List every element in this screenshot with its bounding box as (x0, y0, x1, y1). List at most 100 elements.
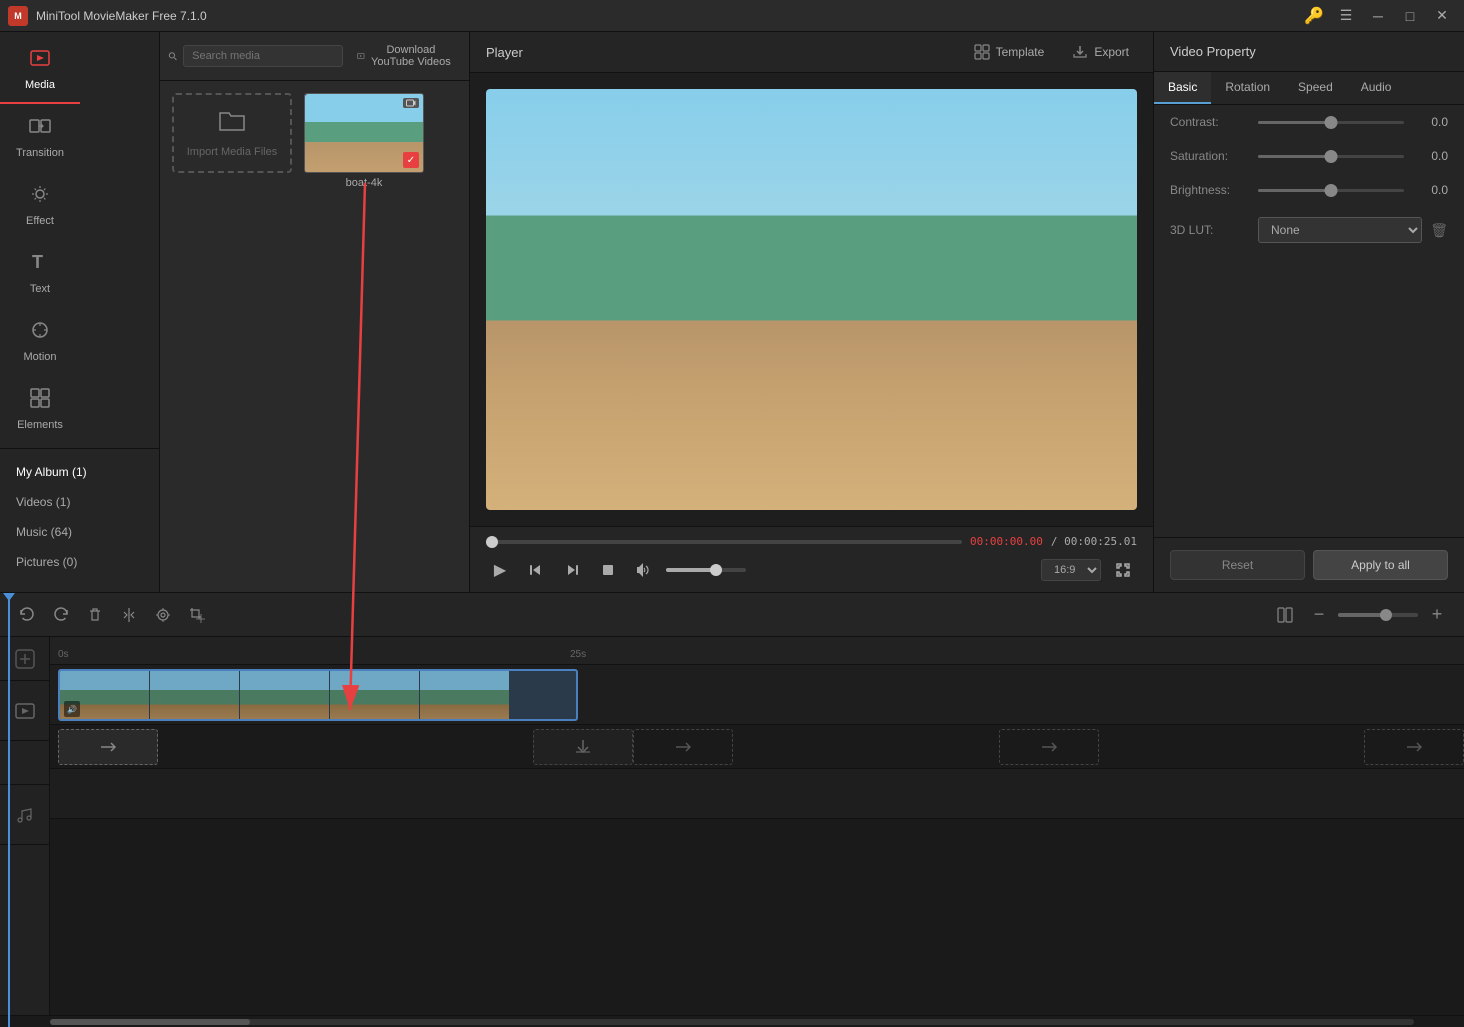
timeline-area: − + (0, 592, 1464, 1027)
undo-button[interactable] (12, 600, 42, 630)
media-item-label: boat-4k (304, 177, 424, 189)
svg-text:M: M (14, 11, 22, 21)
sidebar-item-my-album[interactable]: My Album (1) (0, 457, 159, 487)
scrollbar-thumb[interactable] (50, 1019, 250, 1025)
contrast-slider[interactable] (1258, 121, 1404, 124)
timeline-scrollbar[interactable] (0, 1015, 1464, 1027)
download-youtube-button[interactable]: Download YouTube Videos (349, 40, 461, 72)
maximize-button[interactable]: □ (1396, 2, 1424, 30)
close-button[interactable]: ✕ (1428, 2, 1456, 30)
progress-track[interactable] (486, 540, 962, 544)
saturation-handle (1325, 150, 1338, 163)
toolbar-transition-label: Transition (16, 147, 64, 159)
title-controls: 🔑 ☰ ─ □ ✕ (1300, 2, 1456, 30)
hamburger-icon[interactable]: ☰ (1332, 2, 1360, 30)
timeline-right: 0s 25s 🔊 (50, 637, 1464, 1015)
lut-delete-icon[interactable]: 🗑 (1430, 222, 1448, 239)
transition-slot-3[interactable] (633, 729, 733, 765)
sidebar-item-videos[interactable]: Videos (1) (0, 487, 159, 517)
zoom-in-button[interactable]: + (1422, 600, 1452, 630)
zoom-split-icon[interactable] (1270, 600, 1300, 630)
export-button[interactable]: Export (1064, 40, 1137, 64)
media-item-boat4k[interactable]: ✓ boat-4k (304, 93, 424, 189)
split-button[interactable] (114, 600, 144, 630)
search-input[interactable] (183, 45, 343, 67)
import-media-button[interactable]: Import Media Files (172, 93, 292, 173)
transition-slot-5[interactable] (1364, 729, 1464, 765)
video-clip[interactable]: 🔊 (58, 669, 578, 721)
transition-icon (29, 115, 51, 143)
effect-icon (29, 183, 51, 211)
volume-button[interactable] (630, 556, 658, 584)
search-bar: Download YouTube Videos (160, 32, 469, 81)
transition-slot-4[interactable] (999, 729, 1099, 765)
progress-handle[interactable] (486, 536, 498, 548)
sidebar-item-music[interactable]: Music (64) (0, 517, 159, 547)
toolbar-effect-label: Effect (26, 215, 54, 227)
tab-speed[interactable]: Speed (1284, 72, 1347, 104)
template-button[interactable]: Template (966, 40, 1053, 64)
zoom-slider[interactable] (1338, 613, 1418, 617)
zoom-out-button[interactable]: − (1304, 600, 1334, 630)
brightness-label: Brightness: (1170, 183, 1250, 197)
redo-button[interactable] (46, 600, 76, 630)
audio-detach-button[interactable] (148, 600, 178, 630)
next-frame-button[interactable] (558, 556, 586, 584)
aspect-ratio-select[interactable]: 16:9 (1041, 559, 1101, 581)
minimize-button[interactable]: ─ (1364, 2, 1392, 30)
transition-arrow-icon-1 (98, 737, 118, 757)
crop-button[interactable] (182, 600, 212, 630)
tab-rotation[interactable]: Rotation (1211, 72, 1284, 104)
prev-frame-button[interactable] (522, 556, 550, 584)
next-frame-icon (565, 563, 579, 577)
lut-select[interactable]: None (1258, 217, 1422, 243)
titlebar: M MiniTool MovieMaker Free 7.1.0 🔑 ☰ ─ □… (0, 0, 1464, 32)
scrollbar-track[interactable] (50, 1019, 1414, 1025)
timeline-ruler: 0s 25s (50, 637, 1464, 665)
play-button[interactable]: ▶ (486, 556, 514, 584)
brightness-slider[interactable] (1258, 189, 1404, 192)
toolbar-transition[interactable]: Transition (0, 104, 80, 172)
volume-fill (666, 568, 722, 572)
transition-slot-download[interactable] (533, 729, 633, 765)
volume-slider[interactable] (666, 568, 746, 572)
saturation-fill (1258, 155, 1331, 158)
settings-icon[interactable]: 🔑 (1300, 2, 1328, 30)
delete-button[interactable] (80, 600, 110, 630)
prev-frame-icon (529, 563, 543, 577)
stop-button[interactable] (594, 556, 622, 584)
audio-detach-icon (155, 607, 171, 623)
undo-icon (18, 606, 36, 624)
lut-row: 3D LUT: None 🗑 (1154, 207, 1464, 253)
toolbar-media[interactable]: Media (0, 36, 80, 104)
clip-audio-indicator: 🔊 (64, 701, 80, 717)
tab-audio[interactable]: Audio (1347, 72, 1406, 104)
video-cam-icon (406, 99, 416, 107)
music-icon (16, 806, 34, 824)
lut-label: 3D LUT: (1170, 223, 1250, 237)
toolbar-elements[interactable]: Elements (0, 376, 80, 444)
saturation-slider[interactable] (1258, 155, 1404, 158)
delete-icon (87, 607, 103, 623)
video-badge (403, 98, 419, 108)
toolbar: Media Transition (0, 32, 159, 449)
toolbar-motion[interactable]: Motion (0, 308, 80, 376)
toolbar-effect[interactable]: Effect (0, 172, 80, 240)
apply-all-button[interactable]: Apply to all (1313, 550, 1448, 580)
tab-basic[interactable]: Basic (1154, 72, 1211, 104)
split-icon (121, 607, 137, 623)
saturation-label: Saturation: (1170, 149, 1250, 163)
main-layout: Media Transition (0, 32, 1464, 592)
fullscreen-button[interactable] (1109, 556, 1137, 584)
reset-button[interactable]: Reset (1170, 550, 1305, 580)
clip-frame-3 (240, 671, 330, 719)
transition-slot-1[interactable] (58, 729, 158, 765)
controls-row: ▶ (486, 556, 1137, 584)
sidebar-item-pictures[interactable]: Pictures (0) (0, 547, 159, 577)
transition-track-row (50, 725, 1464, 769)
brightness-handle (1325, 184, 1338, 197)
player-video (486, 89, 1137, 510)
sidebar: Media Transition (0, 32, 160, 592)
toolbar-text[interactable]: T Text (0, 240, 80, 308)
toolbar-motion-label: Motion (23, 351, 56, 363)
